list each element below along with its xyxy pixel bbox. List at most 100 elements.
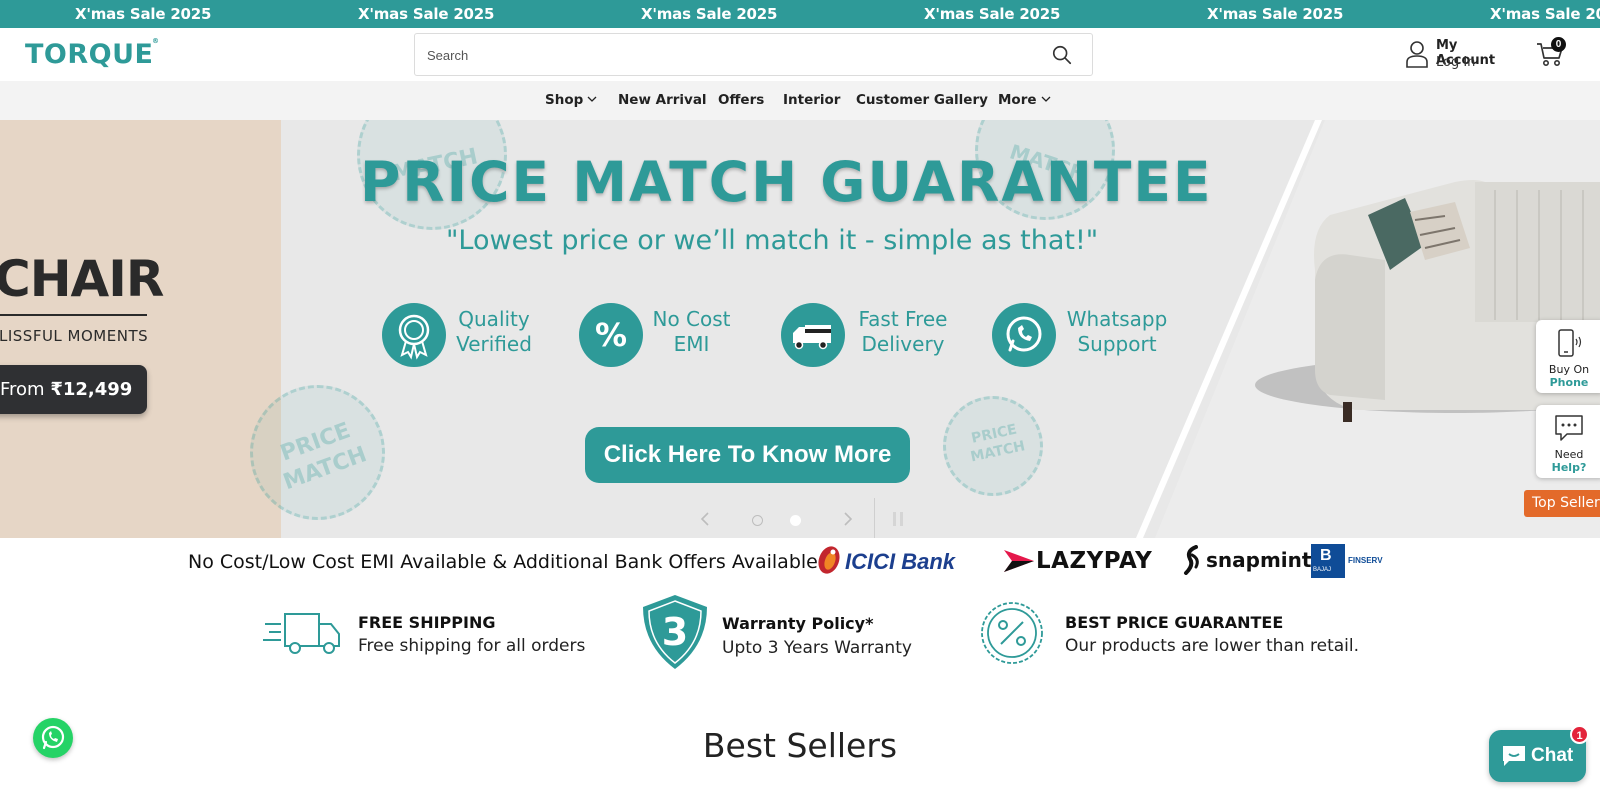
announcement-text: X'mas Sale 2025	[1207, 5, 1344, 23]
torque-logo[interactable]: TORQUE ®	[25, 37, 159, 70]
previous-slide-preview: CHAIR LISSFUL MOMENTS From ₹12,499	[0, 120, 281, 538]
stamp-text: PRICE MATCH	[969, 421, 1027, 466]
price-match-stamp: PRICE MATCH	[943, 396, 1043, 496]
snapmint-icon	[1184, 545, 1199, 575]
widget-text: Buy On	[1548, 363, 1590, 376]
slide-price-button[interactable]: From ₹12,499	[0, 365, 147, 414]
buy-on-phone-widget[interactable]: Buy On Phone	[1536, 320, 1600, 393]
search-input[interactable]	[427, 44, 1007, 66]
feature-label: Quality Verified	[454, 307, 534, 357]
whatsapp-float-button[interactable]	[33, 718, 73, 758]
announcement-text: X'mas Sale 2025	[358, 5, 495, 23]
know-more-button[interactable]: Click Here To Know More	[585, 427, 910, 483]
feature-line: EMI	[673, 332, 710, 356]
finserv-text: FINSERV	[1348, 556, 1383, 565]
perk-free-shipping: FREE SHIPPING Free shipping for all orde…	[263, 593, 586, 673]
chat-icon	[1503, 746, 1525, 766]
nav-item-label: Shop	[545, 92, 584, 108]
search-icon[interactable]	[1051, 44, 1073, 66]
nav-item-customer-gallery[interactable]: Customer Gallery	[856, 92, 988, 108]
emi-text: No Cost/Low Cost EMI Available & Additio…	[188, 551, 818, 573]
need-help-widget[interactable]: Need Help?	[1536, 405, 1600, 478]
user-icon	[1406, 41, 1428, 68]
perk-title: FREE SHIPPING	[358, 613, 496, 632]
nav-item-offers[interactable]: Offers	[718, 92, 764, 108]
emi-offers-strip: No Cost/Low Cost EMI Available & Additio…	[0, 538, 1600, 588]
feature-line: Delivery	[861, 332, 945, 356]
perk-title: Warranty Policy*	[722, 614, 874, 633]
shipping-truck-icon	[263, 613, 340, 654]
phone-icon	[1558, 329, 1582, 357]
lazypay-icon	[1004, 550, 1034, 572]
perk-best-price: BEST PRICE GUARANTEE Our products are lo…	[979, 593, 1359, 673]
login-link[interactable]: Log In	[1436, 55, 1475, 70]
perk-desc: Free shipping for all orders	[358, 636, 586, 656]
bajaj-icon: B BAJAJ	[1311, 544, 1345, 578]
perk-desc: Upto 3 Years Warranty	[722, 638, 912, 658]
hero-subtitle: "Lowest price or we’ll match it - simple…	[446, 225, 1099, 256]
hero-title: PRICE MATCH GUARANTEE	[360, 150, 1213, 214]
price-prefix: From	[0, 379, 51, 400]
announcement-text: X'mas Sale 2025	[75, 5, 212, 23]
lazypay-text: LAZYPAY	[1036, 548, 1153, 574]
feature-label: Fast Free Delivery	[853, 307, 953, 357]
widget-text-accent: Help?	[1551, 461, 1587, 474]
perk-desc: Our products are lower than retail.	[1065, 636, 1360, 656]
announcement-text: X'mas Sale 2025	[924, 5, 1061, 23]
perk-title: BEST PRICE GUARANTEE	[1065, 613, 1284, 632]
icici-text: ICICI Bank	[845, 549, 956, 574]
nav-item-label: More	[998, 92, 1037, 108]
feature-line: No Cost	[652, 307, 731, 331]
slide-title: CHAIR	[0, 250, 164, 308]
warranty-shield-icon: 3	[643, 595, 707, 669]
logo-trademark: ®	[151, 37, 160, 45]
nav-item-new-arrival[interactable]: New Arrival	[618, 92, 707, 108]
price-value: ₹12,499	[50, 379, 133, 400]
feature-line: Fast Free	[858, 307, 948, 331]
search-box	[414, 33, 1093, 76]
my-account-link[interactable]: My Account Log In	[1405, 37, 1515, 73]
announcement-bar: X'mas Sale 2025 X'mas Sale 2025 X'mas Sa…	[0, 0, 1600, 28]
nav-item-interior[interactable]: Interior	[783, 92, 840, 108]
slide-subtitle: LISSFUL MOMENTS	[0, 327, 149, 345]
whatsapp-icon	[41, 725, 65, 750]
announcement-text: X'mas Sale 2025	[641, 5, 778, 23]
ribbon-badge-icon	[382, 303, 446, 367]
widget-text-accent: Phone	[1549, 376, 1589, 389]
top-seller-tab[interactable]: Top Seller	[1524, 490, 1600, 517]
pause-icon[interactable]	[892, 512, 904, 526]
feature-quality-verified: Quality Verified	[382, 303, 542, 369]
sofa-image	[1125, 120, 1600, 538]
feature-fast-free-delivery: Fast Free Delivery	[781, 303, 956, 369]
icici-icon	[818, 546, 840, 574]
cart-count-badge: 0	[1551, 37, 1566, 52]
feature-line: Quality	[458, 307, 530, 331]
bajaj-finserv-logo: B BAJAJ FINSERV	[1311, 544, 1411, 580]
warranty-years-badge: 3	[662, 610, 688, 654]
perk-warranty: 3 Warranty Policy* Upto 3 Years Warranty	[640, 593, 912, 673]
percent-icon: %	[579, 303, 643, 367]
snapmint-text: snapmint	[1206, 548, 1312, 572]
slider-dot-1[interactable]	[752, 515, 763, 526]
feature-label: No Cost EMI	[649, 307, 734, 357]
stamp-text: PRICE MATCH	[277, 418, 371, 496]
whatsapp-icon	[992, 303, 1056, 367]
price-match-stamp: PRICE MATCH	[250, 385, 385, 520]
chevron-right-icon[interactable]	[842, 511, 854, 527]
chevron-down-icon	[1041, 96, 1050, 102]
nav-item-more[interactable]: More	[998, 92, 1051, 108]
logo-text: TORQUE	[25, 39, 154, 70]
nav-item-shop[interactable]: Shop	[545, 92, 597, 108]
chevron-left-icon[interactable]	[699, 511, 711, 527]
chat-bubble-icon	[1555, 415, 1583, 441]
slider-divider	[874, 498, 875, 538]
chat-label: Chat	[1531, 745, 1574, 766]
svg-text:%: %	[595, 316, 627, 354]
hero-slider: CHAIR LISSFUL MOMENTS From ₹12,499 MATCH…	[0, 120, 1600, 538]
cart-button[interactable]: 0	[1536, 37, 1566, 70]
chevron-down-icon	[587, 96, 597, 102]
slider-dot-2-active[interactable]	[790, 515, 801, 526]
discount-badge-icon	[981, 602, 1043, 664]
widget-text: Need	[1554, 448, 1584, 461]
bajaj-text: BAJAJ	[1313, 567, 1332, 573]
